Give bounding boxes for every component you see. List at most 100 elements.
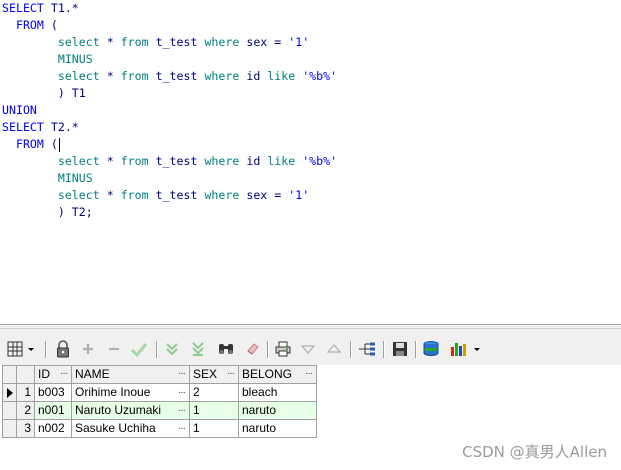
find-binoculars-icon[interactable] xyxy=(216,339,236,359)
sql-line: ) T2; xyxy=(2,204,93,221)
sql-token: select xyxy=(57,188,100,202)
grid-border xyxy=(2,365,3,438)
sql-token: UNION xyxy=(2,103,37,117)
belong-cell[interactable]: bleach xyxy=(239,384,317,402)
post-changes-icon[interactable] xyxy=(129,339,149,359)
belong-column-header-text: BELONG xyxy=(242,367,293,381)
row-number-text: 3 xyxy=(24,421,31,435)
sql-token: t_test xyxy=(148,154,205,168)
sql-token: * xyxy=(99,188,121,202)
sql-editor[interactable]: SELECT T1.* FROM ( select * from t_test … xyxy=(0,0,621,324)
sql-line: MINUS xyxy=(2,51,93,68)
print-icon[interactable] xyxy=(273,339,293,359)
sql-token: '1' xyxy=(288,188,310,202)
sql-token: where xyxy=(204,188,240,202)
row-number[interactable]: 2 xyxy=(17,402,35,420)
sql-line: select * from t_test where id like '%b%' xyxy=(2,68,337,85)
name-cell-text: Orihime Inoue xyxy=(75,385,151,399)
fetch-last-page-icon[interactable] xyxy=(188,339,208,359)
cell-ellipsis-button[interactable]: ··· xyxy=(178,384,186,401)
row-number[interactable]: 1 xyxy=(17,384,35,402)
toolbar-separator xyxy=(415,341,417,358)
belong-cell[interactable]: naruto xyxy=(239,402,317,420)
sql-token: from xyxy=(120,154,149,168)
row-number-header xyxy=(17,366,35,384)
sql-token: * xyxy=(99,69,121,83)
cell-ellipsis-button[interactable]: ··· xyxy=(60,366,68,382)
query-tree-icon[interactable] xyxy=(357,339,377,359)
sex-cell[interactable]: 1 xyxy=(190,420,239,438)
name-cell[interactable]: Sasuke Uchiha ··· xyxy=(72,420,190,438)
row-indicator[interactable] xyxy=(3,420,17,438)
id-cell[interactable]: n002 xyxy=(35,420,72,438)
sql-token: SELECT xyxy=(2,120,44,134)
sql-token: FROM xyxy=(2,137,44,151)
row-number-text: 2 xyxy=(24,403,31,417)
id-column-header-text: ID xyxy=(38,367,50,381)
sql-token: sex = xyxy=(239,35,289,49)
cell-ellipsis-button[interactable]: ··· xyxy=(178,402,186,419)
id-cell[interactable]: n001 xyxy=(35,402,72,420)
row-indicator[interactable] xyxy=(3,384,17,402)
add-record-icon[interactable] xyxy=(78,339,98,359)
sql-token: ( xyxy=(43,18,58,32)
text-caret xyxy=(58,137,60,152)
cell-ellipsis-button[interactable]: ··· xyxy=(178,366,186,382)
sql-line: select * from t_test where id like '%b%' xyxy=(2,153,337,170)
watermark: CSDN @真男人Allen xyxy=(462,443,607,461)
row-indicator-header xyxy=(3,366,17,384)
sql-token: like xyxy=(267,69,296,83)
sql-token: select xyxy=(57,154,100,168)
belong-cell-text: bleach xyxy=(242,385,278,399)
sql-token: '%b%' xyxy=(302,69,338,83)
chart-icon[interactable] xyxy=(449,339,485,359)
name-cell-text: Sasuke Uchiha xyxy=(75,421,156,435)
sql-line: MINUS xyxy=(2,170,93,187)
id-cell-text: n002 xyxy=(38,421,65,435)
current-row-arrow-icon xyxy=(7,388,13,398)
row-indicator[interactable] xyxy=(3,402,17,420)
belong-cell-text: naruto xyxy=(242,421,277,435)
filter-down-icon[interactable] xyxy=(298,339,318,359)
cell-ellipsis-button[interactable]: ··· xyxy=(178,420,186,437)
sql-token: from xyxy=(120,188,149,202)
sql-token: where xyxy=(204,154,240,168)
belong-cell[interactable]: naruto xyxy=(239,420,317,438)
sql-token: from xyxy=(120,69,149,83)
export-disk-icon[interactable] xyxy=(422,339,442,359)
name-cell-text: Naruto Uzumaki xyxy=(75,403,162,417)
sql-token: like xyxy=(267,154,296,168)
sql-line: select * from t_test where sex = '1' xyxy=(2,34,309,51)
clear-eraser-icon[interactable] xyxy=(243,339,263,359)
delete-record-icon[interactable] xyxy=(104,339,124,359)
fetch-next-page-icon[interactable] xyxy=(162,339,182,359)
belong-column-header[interactable]: BELONG ··· xyxy=(239,366,317,384)
sql-token: t_test xyxy=(148,188,205,202)
sex-column-header[interactable]: SEX ··· xyxy=(190,366,239,384)
filter-up-icon[interactable] xyxy=(324,339,344,359)
lock-icon[interactable] xyxy=(53,339,73,359)
sql-token: where xyxy=(204,69,240,83)
name-cell[interactable]: Orihime Inoue ··· xyxy=(72,384,190,402)
cell-ellipsis-button[interactable]: ··· xyxy=(227,366,235,382)
name-column-header[interactable]: NAME ··· xyxy=(72,366,190,384)
id-column-header[interactable]: ID ··· xyxy=(35,366,72,384)
result-grid-toolbar xyxy=(0,329,621,365)
sex-cell-text: 1 xyxy=(193,421,200,435)
grid-menu-icon[interactable] xyxy=(6,339,36,359)
toolbar-separator xyxy=(267,341,269,358)
sex-cell[interactable]: 2 xyxy=(190,384,239,402)
id-cell-text: b003 xyxy=(38,385,65,399)
name-cell[interactable]: Naruto Uzumaki ··· xyxy=(72,402,190,420)
grid-border xyxy=(2,365,317,366)
id-cell[interactable]: b003 xyxy=(35,384,72,402)
cell-ellipsis-button[interactable]: ··· xyxy=(305,366,313,382)
sql-token: ( xyxy=(43,137,58,151)
sex-cell[interactable]: 1 xyxy=(190,402,239,420)
row-number[interactable]: 3 xyxy=(17,420,35,438)
save-icon[interactable] xyxy=(390,339,410,359)
sql-line: UNION xyxy=(2,102,37,119)
